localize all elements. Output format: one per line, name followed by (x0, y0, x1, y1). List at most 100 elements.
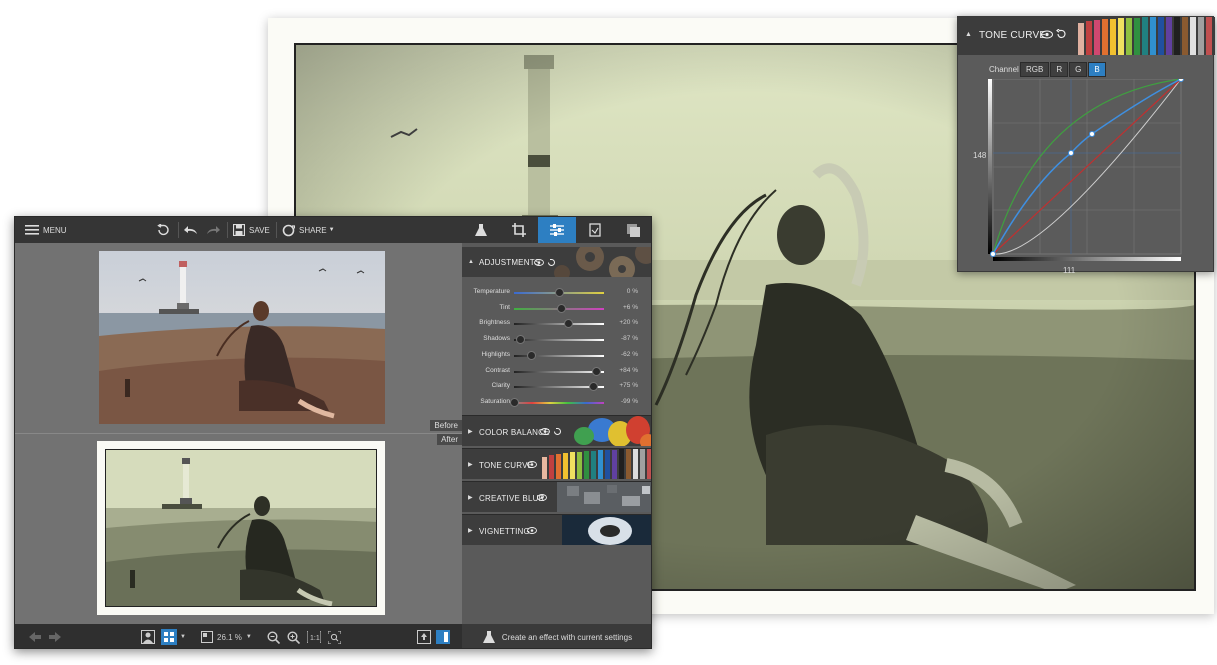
vignetting-section[interactable]: ▶ VIGNETTING (462, 514, 651, 545)
next-image-button[interactable] (49, 624, 61, 648)
undo-all-button[interactable] (156, 217, 170, 243)
slider-value: +6 % (623, 303, 638, 311)
marketing-composite: ▲ TONE CURVE Channel RGB R G B 148 111 M… (0, 0, 1217, 665)
floppy-disk-icon (233, 224, 245, 236)
panel-toggle-button[interactable] (436, 624, 450, 648)
slider-row: Brightness +20 % (462, 317, 651, 332)
undo-button[interactable] (184, 217, 198, 243)
split-divider[interactable] (15, 433, 462, 434)
expand-triangle-icon: ▶ (468, 495, 473, 501)
before-after-canvas: Before After (15, 243, 462, 624)
eye-icon[interactable] (1041, 30, 1053, 39)
tone-curve-panel-title: TONE CURVE (979, 30, 1047, 41)
slider-value: -62 % (621, 350, 638, 358)
after-photo (105, 449, 377, 607)
slider-track[interactable] (514, 370, 604, 373)
zoom-selector[interactable]: 26.1 % ▼ (201, 624, 252, 648)
reset-icon[interactable] (1056, 29, 1066, 39)
slider-value: -87 % (621, 335, 638, 343)
before-photo (99, 251, 385, 424)
adjustments-title: ADJUSTMENTS (479, 258, 541, 267)
tone-curve-panel: ▲ TONE CURVE Channel RGB R G B 148 111 (957, 16, 1215, 275)
zoom-in-icon (287, 630, 300, 644)
single-view-button[interactable] (141, 624, 155, 648)
slider-knob[interactable] (515, 335, 525, 345)
slider-track[interactable] (514, 339, 604, 342)
channel-r-button[interactable]: R (1050, 62, 1069, 77)
channel-rgb-button[interactable]: RGB (1020, 62, 1050, 77)
slider-knob[interactable] (563, 319, 573, 329)
collapse-triangle-icon[interactable]: ▲ (468, 259, 474, 265)
eye-icon[interactable] (537, 494, 547, 501)
tab-presets[interactable] (576, 217, 614, 243)
reset-icon[interactable] (547, 258, 556, 267)
color-balance-section[interactable]: ▶ COLOR BALANCE (462, 415, 651, 446)
slider-row: Tint +6 % (462, 302, 651, 317)
adjustments-panel: ▲ ADJUSTMENTS Temperature 0 % Tint +6 % Brig… (462, 243, 651, 624)
expand-triangle-icon: ▶ (468, 462, 473, 468)
tab-crop[interactable] (500, 217, 538, 243)
redo-arrow-icon (207, 226, 220, 234)
slider-label: Clarity (491, 382, 510, 390)
previous-image-button[interactable] (29, 624, 41, 648)
reset-icon (157, 224, 169, 236)
tone-curve-graph[interactable] (982, 76, 1208, 276)
after-badge[interactable]: After (437, 434, 462, 445)
arrow-left-icon (29, 632, 41, 642)
tab-adjustments[interactable] (538, 217, 576, 243)
adjustments-header[interactable]: ▲ ADJUSTMENTS (462, 247, 651, 277)
dropdown-caret-icon: ▼ (245, 634, 252, 640)
slider-label: Highlights (481, 350, 510, 358)
zoom-out-button[interactable] (267, 624, 280, 648)
before-badge[interactable]: Before (430, 420, 462, 431)
zoom-in-button[interactable] (287, 624, 300, 648)
share-button[interactable]: SHARE ▼ (282, 217, 335, 243)
creative-blur-section[interactable]: ▶ CREATIVE BLUR (462, 481, 651, 512)
save-button[interactable]: SAVE (233, 217, 270, 243)
after-photo-frame (97, 441, 385, 615)
expand-triangle-icon: ▶ (468, 528, 473, 534)
channel-b-button[interactable]: B (1088, 62, 1106, 77)
app-window: MENU SAVE SHARE ▼ Before After ▲ ADJUSTM… (14, 216, 652, 649)
eye-icon[interactable] (527, 461, 537, 468)
slider-label: Tint (499, 303, 510, 311)
create-effect-button[interactable]: Create an effect with current settings (462, 624, 651, 648)
slider-knob[interactable] (509, 397, 519, 407)
slider-row: Contrast +84 % (462, 365, 651, 380)
dropdown-caret-icon: ▼ (328, 227, 335, 233)
save-label: SAVE (249, 225, 270, 235)
slider-row: Clarity +75 % (462, 380, 651, 395)
slider-track[interactable] (514, 323, 604, 326)
slider-label: Brightness (479, 319, 510, 327)
eye-icon[interactable] (534, 259, 544, 266)
slider-label: Saturation (480, 397, 510, 405)
tab-effects[interactable] (462, 217, 500, 243)
tone-curve-header[interactable]: ▲ TONE CURVE (958, 17, 1215, 55)
slider-knob[interactable] (554, 288, 564, 297)
slider-value: +75 % (619, 382, 638, 390)
collapse-triangle-icon[interactable]: ▲ (965, 31, 972, 38)
channel-g-button[interactable]: G (1069, 62, 1088, 77)
upload-photo-icon (417, 630, 431, 644)
one-to-one-icon: 1:1 (307, 631, 321, 643)
slider-track[interactable] (514, 401, 604, 404)
slider-knob[interactable] (588, 382, 598, 392)
tab-layers[interactable] (614, 217, 651, 243)
tone-curve-section[interactable]: ▶ TONE CURVE (462, 448, 651, 479)
create-effect-label: Create an effect with current settings (501, 632, 633, 642)
reset-icon[interactable] (553, 427, 562, 436)
actual-size-button[interactable]: 1:1 (307, 624, 321, 648)
export-button[interactable] (417, 624, 431, 648)
redo-button[interactable] (206, 217, 220, 243)
compare-view-button[interactable]: ▼ (161, 624, 186, 648)
eye-icon[interactable] (527, 527, 537, 534)
slider-knob[interactable] (557, 303, 567, 313)
image-size-icon (201, 631, 213, 643)
fit-to-screen-button[interactable] (328, 624, 341, 648)
toolbar-divider (276, 222, 277, 238)
menu-button[interactable]: MENU (25, 217, 67, 243)
slider-knob[interactable] (592, 366, 602, 376)
eye-icon[interactable] (540, 428, 550, 435)
crop-icon (512, 223, 526, 237)
slider-knob[interactable] (526, 350, 536, 360)
